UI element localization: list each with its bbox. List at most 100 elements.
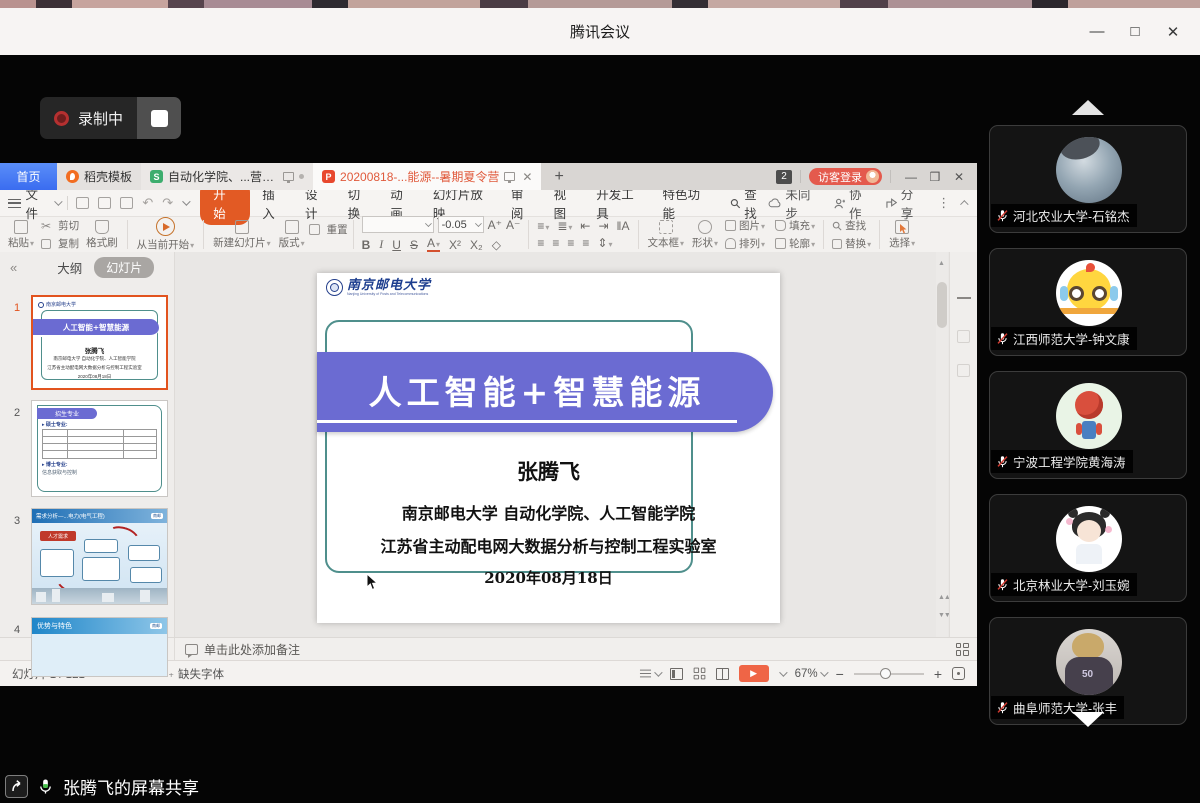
zoom-slider-knob[interactable] — [880, 668, 891, 679]
missing-font-warning[interactable]: T₊ 缺失字体 — [161, 666, 224, 682]
font-color-icon[interactable]: A — [427, 236, 440, 253]
textbox-button[interactable]: 文本框 — [644, 220, 689, 250]
subscript-icon[interactable]: X₂ — [470, 238, 483, 252]
chevron-down-icon[interactable] — [779, 668, 787, 676]
italic-icon[interactable]: I — [379, 237, 383, 252]
wps-restore-icon[interactable]: ❒ — [923, 170, 947, 184]
slide-panel: « 大纲 幻灯片 1 南京邮电大学 人工智能+智慧能源 张腾飞 南京邮电大学 自… — [0, 252, 175, 637]
scroll-up-icon[interactable]: ▲ — [938, 260, 945, 267]
numbered-list-icon[interactable]: ≣ — [557, 219, 572, 233]
stop-recording-button[interactable] — [137, 97, 181, 139]
bold-icon[interactable]: B — [362, 238, 371, 252]
participant-tile[interactable]: 宁波工程学院黄海涛 — [989, 371, 1187, 479]
format-painter-button[interactable]: 格式刷 — [82, 220, 122, 250]
more-options-icon[interactable]: ⋮ — [937, 195, 950, 211]
zoom-in-icon[interactable]: + — [934, 666, 942, 682]
tab-presentation-doc[interactable]: P 20200818-...能源--暑期夏令营 ✕ — [313, 163, 541, 190]
chevron-down-icon[interactable] — [182, 197, 190, 205]
superscript-icon[interactable]: X² — [449, 238, 461, 252]
outline-button[interactable]: 轮廓 — [775, 236, 815, 251]
decrease-font-icon[interactable]: A⁻ — [506, 218, 520, 232]
slideshow-play-button[interactable]: ▶ — [739, 665, 769, 682]
outline-tab[interactable]: 大纲 — [57, 258, 82, 277]
close-icon[interactable]: ✕ — [1154, 23, 1192, 41]
avatar — [1056, 383, 1122, 449]
grid-view-icon[interactable] — [956, 643, 969, 656]
strikethrough-icon[interactable]: S — [410, 238, 418, 252]
collapse-ribbon-icon[interactable] — [961, 200, 969, 208]
minimize-icon[interactable]: — — [1078, 23, 1116, 40]
scroll-participants-up-icon[interactable] — [1072, 100, 1104, 115]
preview-icon[interactable] — [120, 197, 133, 209]
maximize-icon[interactable]: □ — [1116, 23, 1154, 40]
save-icon[interactable] — [76, 197, 89, 209]
find-button[interactable]: 查找 — [832, 218, 871, 233]
slides-tab[interactable]: 幻灯片 — [94, 257, 154, 278]
align-center-icon[interactable]: ≡ — [552, 236, 559, 250]
bullet-list-icon[interactable]: ≡ — [537, 219, 549, 233]
shapes-button[interactable]: 形状 — [688, 220, 722, 250]
tool-icon[interactable] — [957, 364, 970, 377]
slide-thumbnail-1[interactable]: 南京邮电大学 人工智能+智慧能源 张腾飞 南京邮电大学 自动化学院、人工智能学院… — [31, 295, 168, 390]
zoom-slider[interactable] — [854, 673, 924, 675]
line-spacing-icon[interactable]: ⇕ — [597, 236, 612, 250]
new-slide-button[interactable]: 新建幻灯片 — [209, 220, 275, 250]
reset-button[interactable]: 重置 — [309, 222, 348, 237]
participant-tile[interactable]: 50 曲阜师范大学-张丰 — [989, 617, 1187, 725]
wps-minimize-icon[interactable]: — — [899, 170, 923, 184]
increase-font-icon[interactable]: A⁺ — [488, 218, 502, 232]
picture-button[interactable]: 图片 — [725, 218, 765, 233]
zoom-level[interactable]: 67% — [795, 668, 826, 680]
font-name-combo[interactable] — [362, 216, 434, 233]
slide-sorter-icon[interactable] — [693, 668, 705, 680]
font-size-combo[interactable]: -0.05 — [438, 216, 484, 233]
reading-view-icon[interactable] — [716, 668, 729, 680]
arrange-button[interactable]: 排列 — [725, 236, 765, 251]
guest-login-button[interactable]: 访客登录 — [809, 168, 882, 185]
participant-tile[interactable]: 河北农业大学-石铭杰 — [989, 125, 1187, 233]
participant-tile[interactable]: 江西师范大学-钟文康 — [989, 248, 1187, 356]
zoom-out-icon[interactable]: − — [836, 666, 844, 682]
collapse-panel-button[interactable]: « — [10, 260, 17, 275]
replace-button[interactable]: 替换 — [832, 236, 871, 251]
align-left-icon[interactable]: ≡ — [537, 236, 544, 250]
clear-format-icon[interactable]: ◇ — [492, 238, 501, 252]
new-tab-button[interactable]: + — [541, 163, 576, 190]
tool-icon[interactable] — [957, 330, 970, 343]
align-right-icon[interactable]: ≡ — [567, 236, 574, 250]
tab-spreadsheet-doc[interactable]: S 自动化学院、...营会议安排表 — [141, 163, 313, 190]
notes-toggle-icon[interactable] — [639, 669, 660, 678]
copy-button[interactable]: 复制 — [41, 236, 79, 251]
scroll-participants-down-icon[interactable] — [1072, 712, 1104, 727]
slide-canvas[interactable]: 南京邮电大学 Nanjing University of Posts and T… — [317, 273, 780, 623]
wps-close-icon[interactable]: ✕ — [947, 170, 971, 184]
tab-docer[interactable]: 稻壳模板 — [57, 163, 141, 190]
outdent-icon[interactable]: ⇤ — [580, 219, 590, 233]
print-icon[interactable] — [98, 197, 111, 209]
menu-hamburger-icon[interactable] — [8, 199, 21, 208]
underline-icon[interactable]: U — [392, 238, 401, 252]
layout-button[interactable]: 版式 — [275, 220, 309, 250]
paste-button[interactable]: 粘贴 — [4, 220, 38, 250]
slide-thumbnail-2[interactable]: 招生专业 ▸ 硕士专业: ▸ 博士专业: 信息获取与控制 — [31, 400, 168, 497]
slide-thumbnail-3[interactable]: 需求分析—...电力(电气工程) 南邮 人才需求 — [31, 508, 168, 605]
tab-home[interactable]: 首页 — [0, 163, 57, 190]
play-from-current-button[interactable]: 从当前开始 — [133, 217, 199, 252]
fill-button[interactable]: 填充 — [775, 218, 815, 233]
select-button[interactable]: 选择 — [885, 220, 919, 250]
tab-close-icon[interactable]: ✕ — [520, 170, 532, 184]
justify-icon[interactable]: ≡ — [582, 236, 589, 250]
editor-scrollbar[interactable]: ▲ ▲▲ ▼▼ — [936, 252, 948, 637]
undo-icon[interactable]: ↶ — [142, 195, 153, 211]
notes-placeholder-area[interactable]: 单击此处添加备注 — [175, 638, 947, 660]
fit-slide-icon[interactable] — [952, 667, 965, 680]
slide-thumbnail-4[interactable]: 优势与特色 南邮 — [31, 617, 168, 677]
play-circle-icon — [156, 217, 175, 236]
normal-view-icon[interactable] — [670, 668, 683, 680]
text-direction-icon[interactable]: ‖A — [617, 219, 630, 233]
scrollbar-thumb[interactable] — [937, 282, 947, 328]
indent-icon[interactable]: ⇥ — [598, 219, 608, 233]
redo-icon[interactable]: ↷ — [162, 195, 173, 211]
cut-button[interactable]: ✂剪切 — [41, 218, 79, 233]
participant-tile[interactable]: 北京林业大学-刘玉婉 — [989, 494, 1187, 602]
